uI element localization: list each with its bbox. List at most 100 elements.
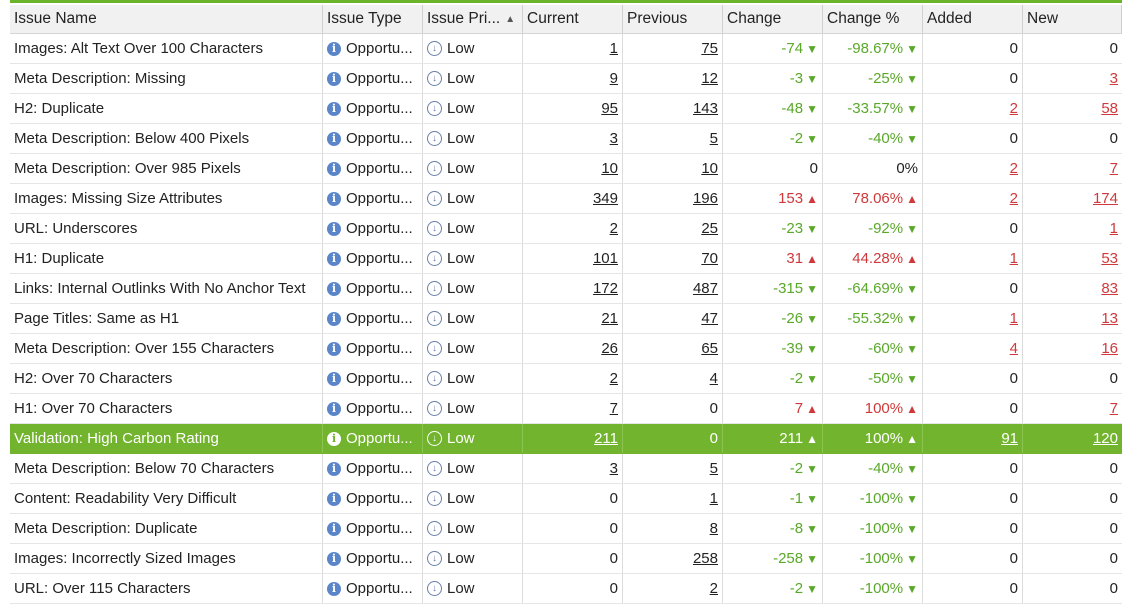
previous-link[interactable]: 2 <box>710 580 718 597</box>
new-link[interactable]: 83 <box>1101 280 1118 297</box>
issue-name: Meta Description: Over 985 Pixels <box>14 160 241 177</box>
decrease-triangle-icon: ▼ <box>906 581 918 596</box>
added-link[interactable]: 91 <box>1001 430 1018 447</box>
new-cell: 0 <box>1023 34 1122 63</box>
current-link[interactable]: 3 <box>610 130 618 147</box>
issue-type-cell: i Opportu... <box>323 394 423 423</box>
previous-link[interactable]: 196 <box>693 190 718 207</box>
decrease-triangle-icon: ▼ <box>806 551 818 566</box>
previous-link[interactable]: 143 <box>693 100 718 117</box>
new-link[interactable]: 120 <box>1093 430 1118 447</box>
column-header-previous[interactable]: Previous <box>623 5 723 33</box>
current-link[interactable]: 211 <box>594 430 618 447</box>
previous-link[interactable]: 47 <box>701 310 718 327</box>
current-link[interactable]: 2 <box>610 370 618 387</box>
column-header-issue-name[interactable]: Issue Name <box>10 5 323 33</box>
added-link[interactable]: 2 <box>1010 190 1018 207</box>
previous-cell: 8 <box>623 514 723 543</box>
new-link[interactable]: 7 <box>1110 160 1118 177</box>
new-link[interactable]: 13 <box>1101 310 1118 327</box>
table-row[interactable]: H2: Over 70 Characters i Opportu... ↓ Low 2 4-… <box>10 364 1122 394</box>
added-link[interactable]: 1 <box>1010 250 1018 267</box>
change-percent-value: -100% <box>859 490 904 507</box>
current-link[interactable]: 2 <box>610 220 618 237</box>
table-row[interactable]: H1: Over 70 Characters i Opportu... ↓ Low 7 0 7… <box>10 394 1122 424</box>
new-link[interactable]: 58 <box>1101 100 1118 117</box>
change-percent-cell: 44.28% ▲ <box>823 244 923 273</box>
current-link[interactable]: 95 <box>601 100 618 117</box>
current-link[interactable]: 1 <box>610 40 618 57</box>
previous-cell: 487 <box>623 274 723 303</box>
previous-link[interactable]: 5 <box>710 460 718 477</box>
column-header-change[interactable]: Change <box>723 5 823 33</box>
change-percent-value: 78.06% <box>852 190 904 207</box>
table-row[interactable]: Meta Description: Over 985 Pixels i Opport… <box>10 154 1122 184</box>
previous-cell: 70 <box>623 244 723 273</box>
column-header-added[interactable]: Added <box>923 5 1023 33</box>
table-row[interactable]: URL: Underscores i Opportu... ↓ Low 2 25 -23 ▼ -9… <box>10 214 1122 244</box>
table-row[interactable]: URL: Over 115 Characters i Opportu... ↓ Low 0… <box>10 574 1122 604</box>
change-value: -2 <box>789 130 804 147</box>
column-header-issue-type[interactable]: Issue Type <box>323 5 423 33</box>
table-row[interactable]: Meta Description: Over 155 Characters i Op… <box>10 334 1122 364</box>
new-link[interactable]: 3 <box>1110 70 1118 87</box>
previous-link[interactable]: 75 <box>701 40 718 57</box>
added-link[interactable]: 1 <box>1010 310 1018 327</box>
current-link[interactable]: 3 <box>610 460 618 477</box>
current-link[interactable]: 10 <box>601 160 618 177</box>
new-cell: 16 <box>1023 334 1122 363</box>
column-header-change-percent[interactable]: Change % <box>823 5 923 33</box>
new-link[interactable]: 16 <box>1101 340 1118 357</box>
new-link[interactable]: 174 <box>1093 190 1118 207</box>
new-link[interactable]: 7 <box>1110 400 1118 417</box>
table-row[interactable]: H2: Duplicate i Opportu... ↓ Low 95 143 -48 ▼ -33… <box>10 94 1122 124</box>
added-link[interactable]: 4 <box>1010 340 1018 357</box>
table-row[interactable]: Meta Description: Missing i Opportu... ↓ Low… <box>10 64 1122 94</box>
current-link[interactable]: 26 <box>601 340 618 357</box>
table-row[interactable]: Page Titles: Same as H1 i Opportu... ↓ Low 21… <box>10 304 1122 334</box>
current-cell: 21 <box>523 304 623 333</box>
previous-link[interactable]: 12 <box>701 70 718 87</box>
current-value: 0 <box>609 490 618 507</box>
table-row[interactable]: Images: Alt Text Over 100 Characters i Opp… <box>10 34 1122 64</box>
current-link[interactable]: 172 <box>593 280 618 297</box>
table-row[interactable]: Meta Description: Below 70 Characters i Op… <box>10 454 1122 484</box>
previous-link[interactable]: 10 <box>701 160 718 177</box>
issue-type-cell: i Opportu... <box>323 574 423 603</box>
table-row[interactable]: Content: Readability Very Difficult i Oppo… <box>10 484 1122 514</box>
table-row[interactable]: Images: Missing Size Attributes i Opportu.… <box>10 184 1122 214</box>
current-link[interactable]: 101 <box>593 250 618 267</box>
added-link[interactable]: 2 <box>1010 100 1018 117</box>
new-link[interactable]: 53 <box>1101 250 1118 267</box>
issue-type-cell: i Opportu... <box>323 214 423 243</box>
previous-link[interactable]: 487 <box>693 280 718 297</box>
previous-link[interactable]: 25 <box>701 220 718 237</box>
previous-link[interactable]: 1 <box>710 490 718 507</box>
previous-link[interactable]: 8 <box>710 520 718 537</box>
previous-cell: 10 <box>623 154 723 183</box>
change-value: -1 <box>789 490 804 507</box>
added-link[interactable]: 2 <box>1010 160 1018 177</box>
table-row[interactable]: Links: Internal Outlinks With No Anchor … <box>10 274 1122 304</box>
current-link[interactable]: 7 <box>610 400 618 417</box>
table-row[interactable]: Meta Description: Below 400 Pixels i Oppor… <box>10 124 1122 154</box>
previous-link[interactable]: 70 <box>701 250 718 267</box>
current-link[interactable]: 9 <box>610 70 618 87</box>
table-row[interactable]: Images: Incorrectly Sized Images i Opportu… <box>10 544 1122 574</box>
table-row[interactable]: Validation: High Carbon Rating i Opportu..… <box>10 424 1122 454</box>
previous-link[interactable]: 65 <box>701 340 718 357</box>
previous-link[interactable]: 258 <box>693 550 718 567</box>
low-priority-icon: ↓ <box>427 251 442 266</box>
issue-type-cell: i Opportu... <box>323 334 423 363</box>
previous-link[interactable]: 5 <box>710 130 718 147</box>
new-link[interactable]: 1 <box>1110 220 1118 237</box>
current-link[interactable]: 349 <box>593 190 618 207</box>
current-link[interactable]: 21 <box>601 310 618 327</box>
new-cell: 0 <box>1023 574 1122 603</box>
table-row[interactable]: Meta Description: Duplicate i Opportu... ↓ L… <box>10 514 1122 544</box>
table-row[interactable]: H1: Duplicate i Opportu... ↓ Low 101 70 31 ▲ 44.2… <box>10 244 1122 274</box>
previous-link[interactable]: 4 <box>710 370 718 387</box>
column-header-issue-priority[interactable]: Issue Pri... ▲ <box>423 5 523 33</box>
column-header-current[interactable]: Current <box>523 5 623 33</box>
column-header-new[interactable]: New <box>1023 5 1122 33</box>
